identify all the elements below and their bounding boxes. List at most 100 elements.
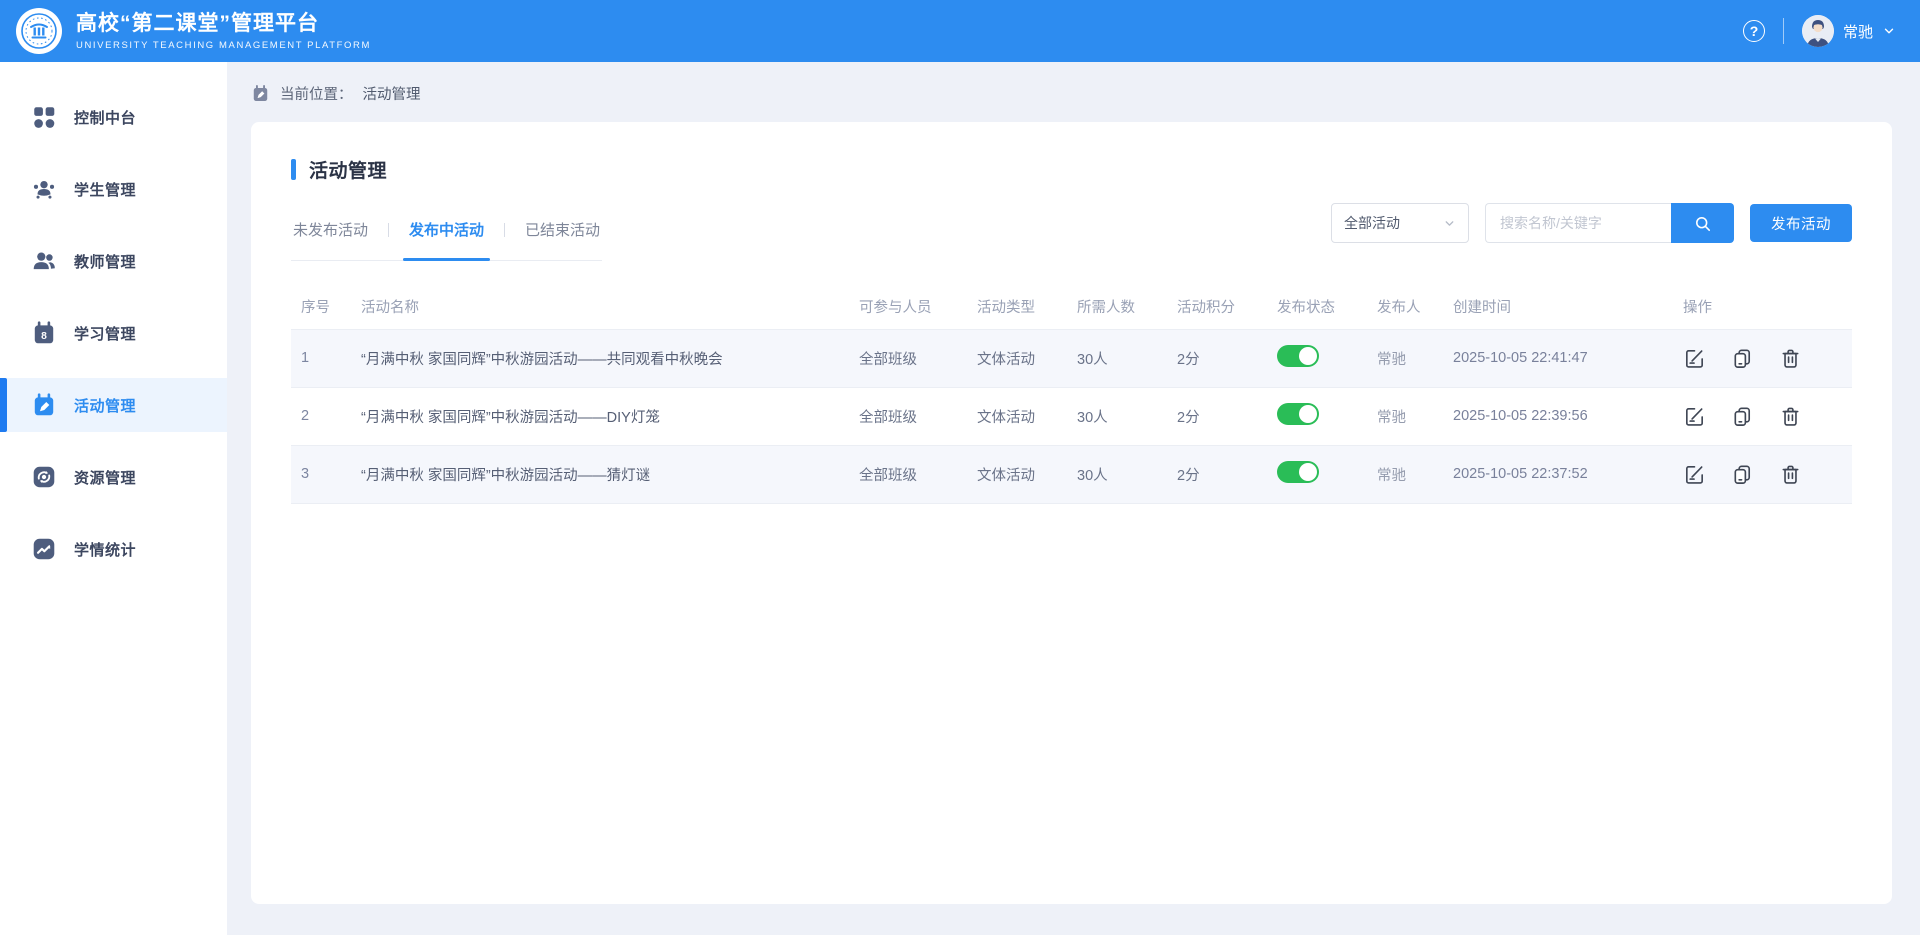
cell-people: 30人: [1067, 445, 1167, 503]
col-header-people: 所需人数: [1067, 285, 1167, 329]
brand-text: 高校“第二课堂”管理平台 UNIVERSITY TEACHING MANAGEM…: [76, 11, 371, 50]
tab-unpublished[interactable]: 未发布活动: [291, 213, 370, 260]
sidebar-item-learning-statistics[interactable]: 学情统计: [0, 522, 227, 576]
breadcrumb-current[interactable]: 活动管理: [363, 83, 421, 104]
sidebar-nav: 控制中台 学生管理: [0, 62, 227, 935]
filters: 全部活动: [1331, 203, 1852, 243]
chevron-down-icon: [1443, 217, 1456, 230]
user-menu[interactable]: 常驰: [1802, 15, 1896, 47]
edit-icon[interactable]: [1683, 347, 1706, 370]
sidebar-item-learning-management[interactable]: 8 学习管理: [0, 306, 227, 360]
delete-icon[interactable]: [1779, 347, 1802, 370]
title-accent-bar: [291, 159, 296, 180]
publish-status-toggle[interactable]: [1277, 403, 1319, 425]
learning-calendar-icon: 8: [31, 320, 57, 346]
toolbar-row: 未发布活动 发布中活动 已结束活动 全部活动: [291, 203, 1852, 261]
col-header-type: 活动类型: [967, 285, 1067, 329]
cell-people: 30人: [1067, 387, 1167, 445]
question-circle-icon[interactable]: ?: [1743, 20, 1765, 42]
tab-divider: [388, 223, 389, 237]
sidebar-label: 学情统计: [74, 539, 136, 560]
cell-publisher: 常驰: [1367, 387, 1443, 445]
cell-participants: 全部班级: [849, 329, 967, 387]
tabs: 未发布活动 发布中活动 已结束活动: [291, 213, 602, 261]
user-name: 常驰: [1843, 21, 1873, 42]
tab-divider: [504, 223, 505, 237]
toggle-knob: [1299, 405, 1317, 423]
cell-index: 3: [291, 445, 351, 503]
topbar-right: ? 常驰: [1743, 15, 1896, 47]
edit-icon[interactable]: [1683, 405, 1706, 428]
table-header-row: 序号 活动名称 可参与人员 活动类型 所需人数 活动积分 发布状态 发布人 创建…: [291, 285, 1852, 329]
resources-sync-icon: [31, 464, 57, 490]
sidebar-item-student-management[interactable]: 学生管理: [0, 162, 227, 216]
publish-status-toggle[interactable]: [1277, 461, 1319, 483]
search-input[interactable]: [1485, 203, 1671, 243]
cell-type: 文体活动: [967, 387, 1067, 445]
search-group: [1485, 203, 1734, 243]
col-header-points: 活动积分: [1167, 285, 1267, 329]
chevron-down-icon: [1882, 24, 1896, 38]
sidebar-label: 控制中台: [74, 107, 136, 128]
table-row: 3 “月满中秋 家国同辉”中秋游园活动——猜灯谜 全部班级 文体活动 30人 2…: [291, 445, 1852, 503]
publish-activity-button[interactable]: 发布活动: [1750, 204, 1852, 242]
students-icon: [31, 176, 57, 202]
sidebar-label: 教师管理: [74, 251, 136, 272]
cell-status: [1267, 445, 1367, 503]
cell-points: 2分: [1167, 387, 1267, 445]
copy-icon[interactable]: [1731, 405, 1754, 428]
col-header-publisher: 发布人: [1367, 285, 1443, 329]
cell-index: 1: [291, 329, 351, 387]
copy-icon[interactable]: [1731, 347, 1754, 370]
publish-status-toggle[interactable]: [1277, 345, 1319, 367]
sidebar-item-activity-management[interactable]: 活动管理: [0, 378, 227, 432]
edit-icon[interactable]: [1683, 463, 1706, 486]
sidebar-label: 学习管理: [74, 323, 136, 344]
topbar-divider: [1783, 18, 1784, 44]
dashboard-grid-icon: [31, 104, 57, 130]
cell-activity-name: “月满中秋 家国同辉”中秋游园活动——DIY灯笼: [351, 387, 849, 445]
platform-subtitle: UNIVERSITY TEACHING MANAGEMENT PLATFORM: [76, 40, 371, 51]
table-row: 2 “月满中秋 家国同辉”中秋游园活动——DIY灯笼 全部班级 文体活动 30人…: [291, 387, 1852, 445]
teachers-icon: [31, 248, 57, 274]
cell-people: 30人: [1067, 329, 1167, 387]
stats-trend-icon: [31, 536, 57, 562]
cell-created-time: 2025-10-05 22:41:47: [1443, 329, 1673, 387]
col-header-status: 发布状态: [1267, 285, 1367, 329]
cell-created-time: 2025-10-05 22:39:56: [1443, 387, 1673, 445]
col-header-actions: 操作: [1673, 285, 1852, 329]
tab-publishing[interactable]: 发布中活动: [407, 213, 486, 260]
search-button[interactable]: [1671, 203, 1734, 243]
sidebar-item-teacher-management[interactable]: 教师管理: [0, 234, 227, 288]
seal-icon: [19, 11, 59, 51]
content-area: 当前位置： 活动管理 活动管理 未发布活动 发布中活动 已结束活动: [227, 62, 1920, 935]
cell-status: [1267, 387, 1367, 445]
sidebar-label: 资源管理: [74, 467, 136, 488]
cell-activity-name: “月满中秋 家国同辉”中秋游园活动——猜灯谜: [351, 445, 849, 503]
tab-label: 发布中活动: [409, 222, 484, 239]
activity-type-select[interactable]: 全部活动: [1331, 203, 1469, 243]
sidebar-label: 活动管理: [74, 395, 136, 416]
row-actions: [1683, 463, 1842, 486]
svg-text:8: 8: [41, 331, 47, 342]
activity-management-card: 活动管理 未发布活动 发布中活动 已结束活动 全部活动: [251, 122, 1892, 904]
university-seal-logo: [16, 8, 62, 54]
tab-ended[interactable]: 已结束活动: [523, 213, 602, 260]
active-indicator: [0, 378, 7, 432]
cell-status: [1267, 329, 1367, 387]
col-header-created: 创建时间: [1443, 285, 1673, 329]
table-row: 1 “月满中秋 家国同辉”中秋游园活动——共同观看中秋晚会 全部班级 文体活动 …: [291, 329, 1852, 387]
delete-icon[interactable]: [1779, 463, 1802, 486]
table-body: 1 “月满中秋 家国同辉”中秋游园活动——共同观看中秋晚会 全部班级 文体活动 …: [291, 329, 1852, 503]
sidebar-item-resource-management[interactable]: 资源管理: [0, 450, 227, 504]
page-title: 活动管理: [309, 156, 387, 183]
activity-calendar-icon: [31, 392, 57, 418]
sidebar-item-control-center[interactable]: 控制中台: [0, 90, 227, 144]
delete-icon[interactable]: [1779, 405, 1802, 428]
copy-icon[interactable]: [1731, 463, 1754, 486]
cell-publisher: 常驰: [1367, 445, 1443, 503]
cell-activity-name: “月满中秋 家国同辉”中秋游园活动——共同观看中秋晚会: [351, 329, 849, 387]
col-header-name: 活动名称: [351, 285, 849, 329]
cell-type: 文体活动: [967, 329, 1067, 387]
col-header-participants: 可参与人员: [849, 285, 967, 329]
